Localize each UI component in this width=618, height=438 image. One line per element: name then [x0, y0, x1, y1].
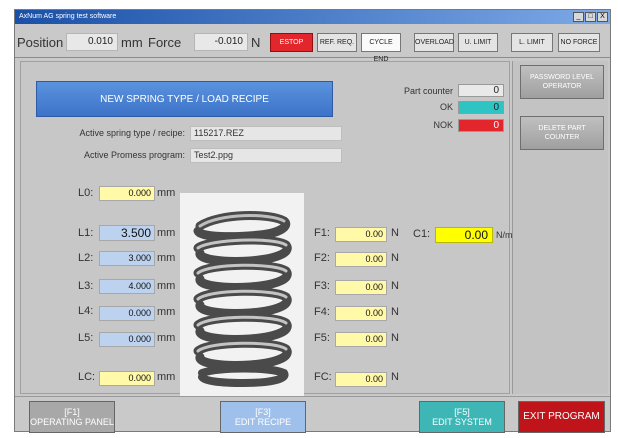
main-panel: NEW SPRING TYPE / LOAD RECIPE Active spr… — [20, 61, 520, 398]
l5-unit: mm — [157, 332, 176, 344]
f1-unit: N — [391, 227, 399, 239]
fc-value: 0.00 — [335, 372, 387, 387]
f1-button-label: OPERATING PANEL — [30, 417, 114, 427]
fc-label: FC: — [314, 371, 332, 383]
l3-label: L3: — [78, 280, 94, 292]
l5-input[interactable]: 0.000 — [99, 332, 155, 347]
f2-value: 0.00 — [335, 252, 387, 267]
f5-key-label: [F5] — [454, 407, 470, 417]
window-controls: _ □ X — [573, 12, 608, 22]
flag-estop: ESTOP — [270, 33, 313, 52]
position-unit: mm — [121, 35, 143, 50]
c1-value: 0.00 — [435, 227, 493, 243]
l0-unit: mm — [157, 187, 176, 199]
spring-image — [180, 193, 304, 398]
f4-label: F4: — [314, 306, 330, 318]
l4-input[interactable]: 0.000 — [99, 306, 155, 321]
spring-icon — [180, 193, 304, 398]
close-button[interactable]: X — [597, 12, 608, 22]
l0-label: L0: — [78, 187, 94, 199]
f2-label: F2: — [314, 252, 330, 264]
f1-value: 0.00 — [335, 227, 387, 242]
f4-unit: N — [391, 306, 399, 318]
f1-label: F1: — [314, 227, 330, 239]
minimize-button[interactable]: _ — [573, 12, 584, 22]
flag-cycle-end: CYCLE END — [361, 33, 401, 63]
active-recipe-value: 115217.REZ — [190, 126, 342, 141]
l4-label: L4: — [78, 305, 94, 317]
exit-button-label: EXIT PROGRAM — [523, 411, 600, 422]
l2-unit: mm — [157, 252, 176, 264]
f2-unit: N — [391, 252, 399, 264]
l1-label: L1: — [78, 227, 94, 239]
f1-key-label: [F1] — [64, 407, 80, 417]
l5-label: L5: — [78, 332, 94, 344]
l4-unit: mm — [157, 306, 176, 318]
f3-label: F3: — [314, 280, 330, 292]
promess-program-value: Test2.ppg — [190, 148, 342, 163]
title-bar: AxNum AG spring test software _ □ X — [15, 10, 610, 24]
delete-part-counter-button[interactable]: DELETE PART COUNTER — [520, 116, 604, 150]
l3-unit: mm — [157, 280, 176, 292]
exit-program-button[interactable]: EXIT PROGRAM — [518, 401, 605, 433]
flag-lower-limit: L. LIMIT — [511, 33, 553, 52]
f3-key-label: [F3] — [255, 407, 271, 417]
active-recipe-label: Active spring type / recipe: — [79, 128, 185, 138]
ok-label: OK — [439, 102, 453, 112]
f5-label: F5: — [314, 332, 330, 344]
nok-counter-value: 0 — [458, 119, 504, 132]
l2-label: L2: — [78, 252, 94, 264]
flag-overload: OVERLOAD — [414, 33, 454, 52]
c1-label: C1: — [413, 228, 431, 240]
l2-input[interactable]: 3.000 — [99, 251, 155, 266]
maximize-button[interactable]: □ — [585, 12, 596, 22]
new-spring-type-button[interactable]: NEW SPRING TYPE / LOAD RECIPE — [36, 81, 333, 117]
lc-input[interactable]: 0.000 — [99, 371, 155, 386]
l0-input[interactable]: 0.000 — [99, 186, 155, 201]
position-value: 0.010 — [66, 33, 118, 51]
function-key-bar: [F1] OPERATING PANEL [F3] EDIT RECIPE [F… — [15, 396, 610, 433]
window-title: AxNum AG spring test software — [19, 13, 117, 20]
position-label: Position — [17, 35, 64, 50]
nok-label: NOK — [433, 120, 453, 130]
promess-program-label: Active Promess program: — [83, 150, 185, 160]
l1-unit: mm — [157, 227, 176, 239]
force-unit: N — [251, 35, 261, 50]
lc-unit: mm — [157, 371, 176, 383]
f5-unit: N — [391, 332, 399, 344]
flag-upper-limit: U. LIMIT — [458, 33, 498, 52]
f3-button-label: EDIT RECIPE — [234, 417, 292, 427]
f5-button-label: EDIT SYSTEM — [432, 417, 492, 427]
flag-no-force: NO FORCE — [558, 33, 600, 52]
f5-value: 0.00 — [335, 332, 387, 347]
lc-label: LC: — [78, 371, 96, 383]
password-level-button[interactable]: PASSWORD LEVEL OPERATOR — [520, 65, 604, 99]
flag-ref-req: REF. REQ. — [317, 33, 357, 52]
l3-input[interactable]: 4.000 — [99, 279, 155, 294]
f1-operating-panel-button[interactable]: [F1] OPERATING PANEL — [29, 401, 115, 433]
f5-edit-system-button[interactable]: [F5] EDIT SYSTEM — [419, 401, 505, 433]
l1-input[interactable]: 3.500 — [99, 225, 155, 241]
side-panel: PASSWORD LEVEL OPERATOR DELETE PART COUN… — [512, 61, 608, 394]
fc-unit: N — [391, 371, 399, 383]
app-window: AxNum AG spring test software _ □ X Posi… — [14, 9, 611, 433]
force-value: -0.010 — [194, 33, 248, 51]
f3-edit-recipe-button[interactable]: [F3] EDIT RECIPE — [220, 401, 306, 433]
ok-counter-value: 0 — [458, 101, 504, 114]
status-bar: Position 0.010 mm Force -0.010 N ESTOP R… — [15, 24, 610, 63]
f3-unit: N — [391, 280, 399, 292]
force-label: Force — [148, 35, 182, 50]
f3-value: 0.00 — [335, 280, 387, 295]
part-counter-value: 0 — [458, 84, 504, 97]
f4-value: 0.00 — [335, 306, 387, 321]
part-counter-label: Part counter — [403, 86, 453, 96]
